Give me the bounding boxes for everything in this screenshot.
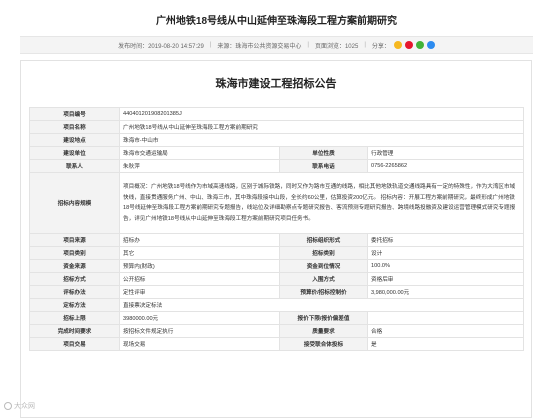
table-label: 项目来源 (29, 233, 120, 247)
qzone-share-icon[interactable] (393, 41, 402, 49)
fund-ratio: 100.0% (366, 259, 525, 273)
table-label: 招标内容规模 (29, 172, 120, 234)
table-label: 招标类别 (279, 246, 368, 260)
table-label: 项目类别 (29, 246, 120, 260)
watermark: 大众网 (4, 401, 35, 411)
meta-divider: | (364, 42, 366, 48)
project-location: 珠海市-中山市 (118, 133, 525, 147)
wechat-share-icon[interactable] (415, 41, 424, 49)
quality-requirement: 合格 (366, 324, 525, 338)
fund-source: 预算内(财政) (119, 259, 280, 273)
table-label: 联系电话 (279, 159, 368, 173)
meta-bar: 发布时间：2019-08-20 14:57:29 | 来源：珠海市公共资源交易中… (20, 36, 533, 54)
table-row: 联系人 朱秋萍 联系电话 0756-2265862 (29, 159, 525, 173)
table-label: 定标方法 (29, 298, 120, 312)
table-label: 预算价/招标控制价 (279, 285, 368, 299)
entry-method: 资格后审 (366, 272, 525, 286)
table-row: 招标方式 公开招标 入围方式 资格后审 (29, 272, 525, 286)
watermark-text: 大众网 (14, 403, 35, 410)
table-row: 项目编号 440401201908201385J (29, 107, 525, 121)
bid-scope: 项目概况：广州地铁18号线作为市域高速线路，区别于城际铁路，同时又作为路市互通的… (118, 172, 525, 234)
table-label: 完成时间要求 (29, 324, 120, 338)
bid-info-table: 项目编号 440401201908201385J 项目名称 广州地铁18号线从中… (29, 107, 525, 351)
bid-upper-limit: 3980000.00元 (119, 311, 280, 325)
award-method: 直接票决定标法 (118, 298, 525, 312)
table-row: 招标上限 3980000.00元 报价下限/报价偏差值 (29, 311, 525, 325)
share-label: 分享： (371, 43, 390, 50)
table-label: 建设单位 (29, 146, 120, 160)
completion-time: 按招标文件规定执行 (119, 324, 280, 338)
contact-phone: 0756-2265862 (366, 159, 525, 173)
page-title: 广州地铁18号线从中山延伸至珠海段工程方案前期研究 (155, 16, 398, 27)
document-title: 珠海市建设工程招标公告 (215, 78, 337, 90)
table-row: 建设地点 珠海市-中山市 (29, 133, 525, 147)
table-row: 项目名称 广州地铁18号线从中山延伸至珠海段工程方案前期研究 (29, 120, 525, 134)
table-label: 建设地点 (29, 133, 120, 147)
bid-type: 设计 (366, 246, 525, 260)
bid-method: 公开招标 (119, 272, 280, 286)
table-label: 联系人 (29, 159, 120, 173)
source-text: 来源：珠海市公共资源交易中心 (217, 43, 302, 50)
table-label: 资金来源 (29, 259, 120, 273)
watermark-logo-icon (4, 402, 12, 410)
contact-person: 朱秋萍 (119, 159, 280, 173)
table-label: 入围方式 (279, 272, 368, 286)
trade-venue: 现场交易 (119, 337, 280, 351)
publish-time: 发布时间：2019-08-20 14:57:29 (118, 43, 204, 50)
budget-price: 3,980,000.00元 (366, 285, 525, 299)
table-label: 项目交易 (29, 337, 120, 351)
table-row: 项目来源 招标办 招标组织形式 委托招标 (29, 233, 525, 247)
project-category: 其它 (119, 246, 280, 260)
table-label: 项目编号 (29, 107, 120, 121)
unit-nature: 行政管理 (366, 146, 525, 160)
weibo-share-icon[interactable] (404, 41, 413, 49)
table-row: 项目类别 其它 招标类别 设计 (29, 246, 525, 260)
table-row: 建设单位 珠海市交通运输局 单位性质 行政管理 (29, 146, 525, 160)
table-row: 完成时间要求 按招标文件规定执行 质量要求 合格 (29, 324, 525, 338)
table-label: 招标上限 (29, 311, 120, 325)
meta-divider: | (209, 42, 212, 48)
table-row: 资金来源 预算内(财政) 资金到位情况 100.0% (29, 259, 525, 273)
bid-lower-limit (366, 311, 525, 325)
table-label: 评标办法 (29, 285, 120, 299)
project-name: 广州地铁18号线从中山延伸至珠海段工程方案前期研究 (118, 120, 525, 134)
table-label: 招标组织形式 (279, 233, 368, 247)
views-count: 页面浏览：1025 (314, 43, 359, 50)
project-number: 440401201908201385J (118, 107, 525, 121)
consortium-accepted: 是 (366, 337, 525, 351)
table-label: 项目名称 (29, 120, 120, 134)
table-label: 单位性质 (279, 146, 368, 160)
share-icons (393, 41, 435, 49)
evaluation-method: 定性评审 (119, 285, 280, 299)
builder-unit: 珠海市交通运输局 (119, 146, 280, 160)
table-label: 招标方式 (29, 272, 120, 286)
table-row: 评标办法 定性评审 预算价/招标控制价 3,980,000.00元 (29, 285, 525, 299)
table-row: 招标内容规模 项目概况：广州地铁18号线作为市域高速线路，区别于城际铁路，同时又… (29, 172, 525, 234)
table-label: 报价下限/报价偏差值 (279, 311, 368, 325)
announcement-document: 珠海市建设工程招标公告 项目编号 440401201908201385J 项目名… (20, 60, 532, 418)
more-share-icon[interactable] (426, 41, 435, 49)
meta-divider: | (307, 42, 309, 48)
table-row: 定标方法 直接票决定标法 (29, 298, 525, 312)
table-label: 接受联合体投标 (279, 337, 368, 351)
table-label: 质量要求 (279, 324, 368, 338)
table-label: 资金到位情况 (279, 259, 368, 273)
organization-form: 委托招标 (366, 233, 525, 247)
table-row: 项目交易 现场交易 接受联合体投标 是 (29, 337, 525, 351)
project-source: 招标办 (119, 233, 280, 247)
